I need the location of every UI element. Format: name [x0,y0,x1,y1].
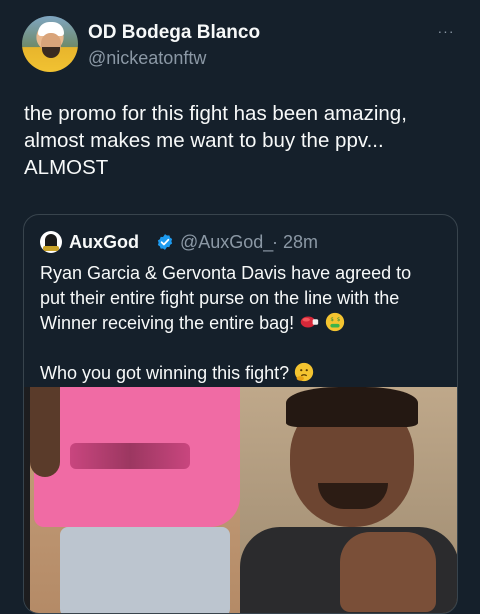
quoted-timestamp[interactable]: 28m [283,232,318,253]
thinking-face-icon [294,362,314,382]
quoted-text-line: Winner receiving the entire bag! [40,313,295,333]
author-display-name[interactable]: OD Bodega Blanco [88,22,260,44]
quoted-tweet-header: AuxGod @AuxGod_ · 28m [40,231,450,255]
boxing-glove-icon [300,316,319,328]
tweet-header: OD Bodega Blanco @nickeatonftw ··· [22,16,462,76]
tweet-text-line: almost makes me want to buy the ppv... [24,129,384,152]
verified-badge-icon [157,234,173,250]
quoted-tweet[interactable]: AuxGod @AuxGod_ · 28m Ryan Garcia & Gerv… [23,214,458,614]
author-handle[interactable]: @nickeatonftw [88,48,206,69]
svg-text:$: $ [337,317,341,323]
quoted-display-name: AuxGod [69,232,139,252]
quoted-text: Ryan Garcia & Gervonta Davis have agreed… [40,261,445,386]
quoted-text-line: put their entire fight purse on the line… [40,288,400,308]
avatar[interactable] [22,16,78,72]
more-options-button[interactable]: ··· [436,24,456,38]
svg-text:$: $ [331,317,335,323]
tweet-card[interactable]: OD Bodega Blanco @nickeatonftw ··· the p… [0,0,480,614]
tweet-text-line: ALMOST [24,156,109,179]
quoted-handle: @AuxGod_ [180,232,274,252]
media-right-photo [240,387,457,613]
quoted-question: Who you got winning this fight? [40,363,290,383]
tweet-text-line: the promo for this fight has been amazin… [24,102,407,125]
tweet-text: the promo for this fight has been amazin… [24,100,454,181]
money-mouth-face-icon: $ $ [325,312,345,332]
quoted-separator: · [272,232,278,252]
quoted-text-line: Ryan Garcia & Gervonta Davis have agreed… [40,263,412,283]
media-left-photo [30,387,240,613]
quoted-media-video[interactable] [24,387,457,613]
quoted-avatar[interactable] [40,231,62,253]
